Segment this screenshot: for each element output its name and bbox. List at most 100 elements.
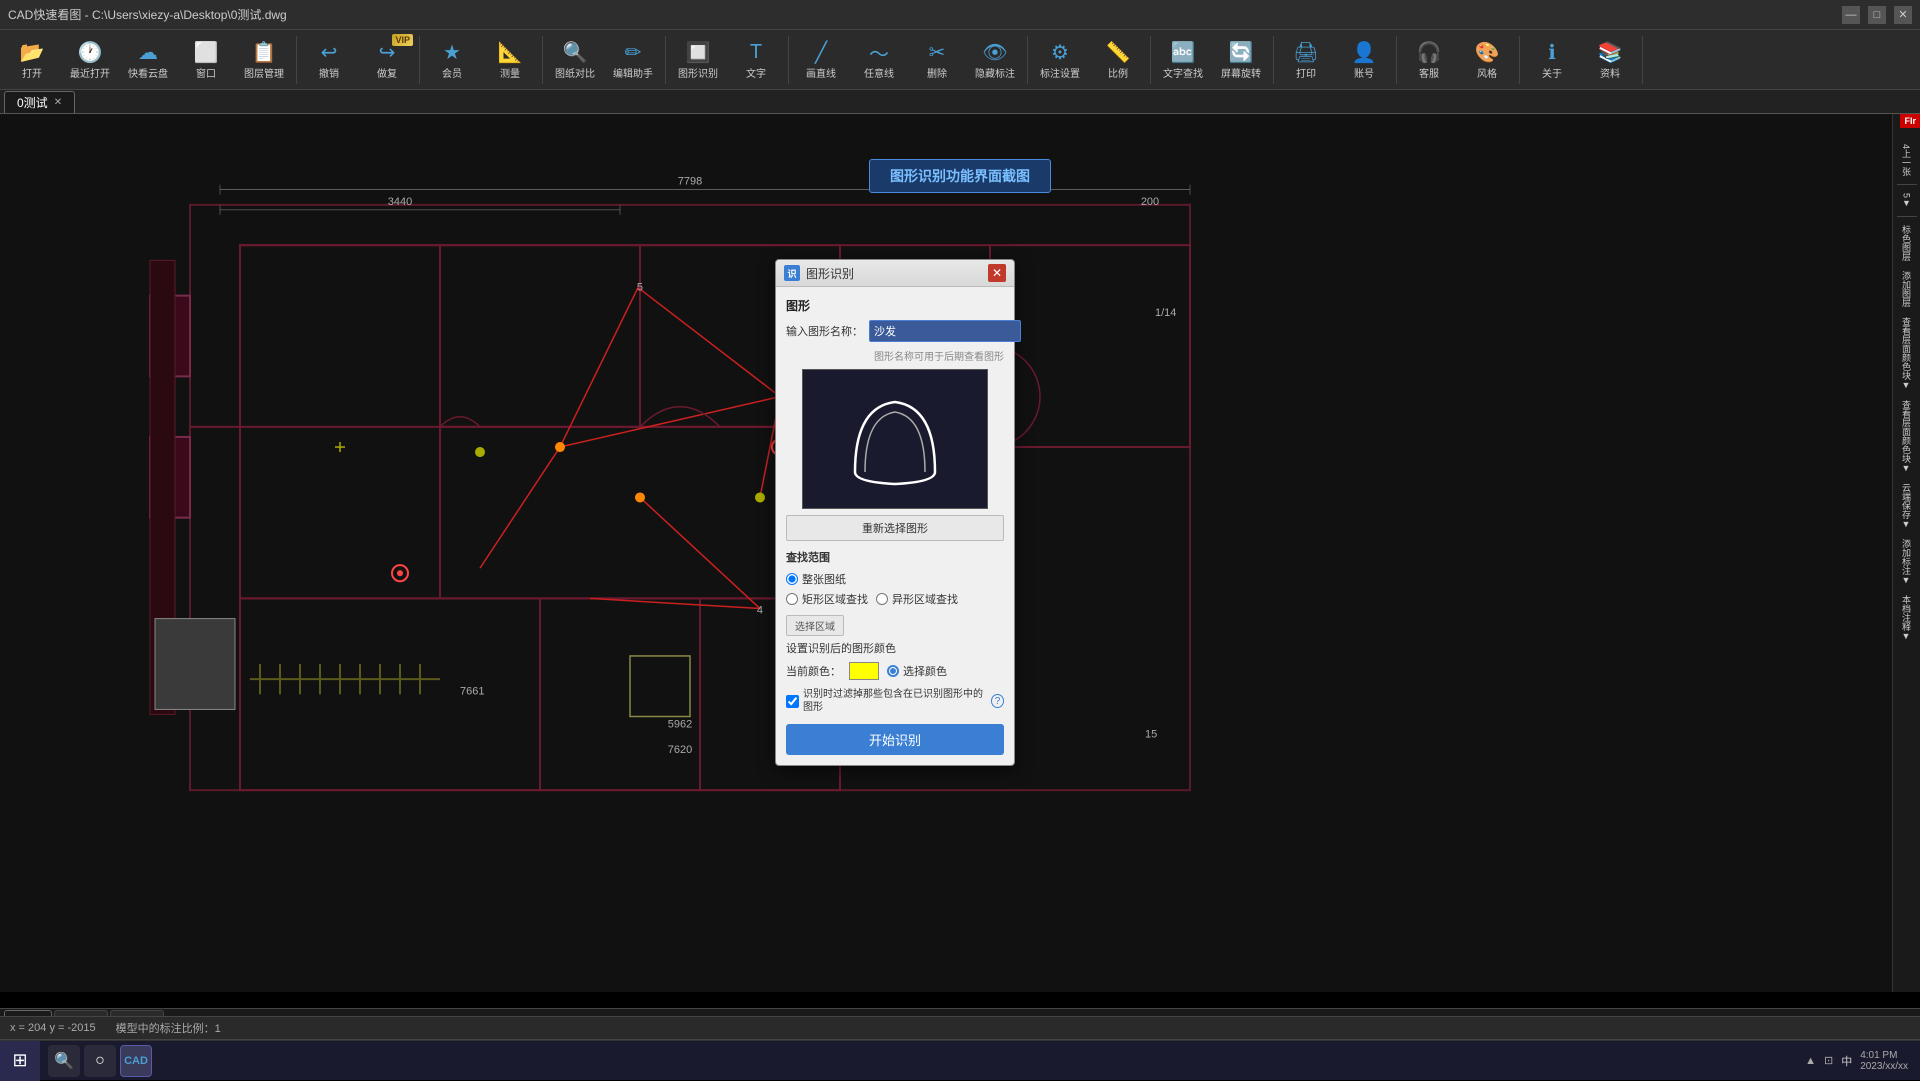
taskbar-cad-icon[interactable]: CAD xyxy=(120,1045,152,1077)
scale-display: 模型中的标注比例：1 xyxy=(116,1020,221,1036)
toolbar-item-freeline[interactable]: 〜 任意线 xyxy=(851,32,907,88)
toolbar-item-compare[interactable]: 🔍 图纸对比 xyxy=(547,32,603,88)
toolbar-separator xyxy=(296,36,297,84)
toolbar-item-text[interactable]: T 文字 xyxy=(728,32,784,88)
toolbar-item-rotate[interactable]: 🔄 屏幕旋转 xyxy=(1213,32,1269,88)
right-panel-item-2[interactable]: 5▼ xyxy=(1902,189,1912,212)
toolbar-item-editor[interactable]: ✏ 编辑助手 xyxy=(605,32,661,88)
toolbar-icon-window: ⬜ xyxy=(192,39,220,67)
help-icon[interactable]: ? xyxy=(991,694,1004,708)
rect-region-radio[interactable] xyxy=(786,593,798,605)
taskbar-start-button[interactable]: ⊞ xyxy=(0,1041,40,1081)
toolbar-item-service[interactable]: 🎧 客服 xyxy=(1401,32,1457,88)
right-panel-item-4[interactable]: 添加图层 xyxy=(1900,267,1913,311)
shape-name-input[interactable] xyxy=(869,320,1021,342)
filter-label: 识别时过滤掉那些包含在已识别图形中的图形 xyxy=(803,688,987,714)
toolbar-item-style[interactable]: 🎨 风格 xyxy=(1459,32,1515,88)
window-title: CAD快速看图 - C:\Users\xiezy-a\Desktop\0测试.d… xyxy=(8,6,287,23)
toolbar-label-member: 会员 xyxy=(442,69,462,81)
right-panel-item-1[interactable]: 4上一张 xyxy=(1900,140,1913,180)
shape-recognition-dialog: 识 图形识别 ✕ 图形 输入图形名称： 图形名称可用于后期查看图形 xyxy=(775,259,1015,766)
tab-close-test[interactable]: ✕ xyxy=(54,97,62,108)
toolbar-item-account[interactable]: 👤 账号 xyxy=(1336,32,1392,88)
right-panel-divider xyxy=(1897,184,1917,185)
toolbar-label-editor: 编辑助手 xyxy=(613,69,653,81)
dialog-close-button[interactable]: ✕ xyxy=(988,264,1006,282)
toolbar-icon-markup: ⚙ xyxy=(1046,39,1074,67)
select-region-button[interactable]: 选择区域 xyxy=(786,615,844,636)
toolbar-item-print[interactable]: 🖨 打印 xyxy=(1278,32,1334,88)
toolbar-label-rotate: 屏幕旋转 xyxy=(1221,69,1261,81)
toolbar-label-textmark: 文字查找 xyxy=(1163,69,1203,81)
toolbar-separator xyxy=(1273,36,1274,84)
toolbar-label-style: 风格 xyxy=(1477,69,1497,81)
toolbar-label-hide: 隐藏标注 xyxy=(975,69,1015,81)
toolbar-item-recognize[interactable]: 🔲 图形识别 xyxy=(670,32,726,88)
taskbar-lang[interactable]: 中 xyxy=(1841,1053,1852,1069)
toolbar-item-open[interactable]: 📂 打开 xyxy=(4,32,60,88)
toolbar-label-undo: 撤销 xyxy=(319,69,339,81)
right-panel-item-6[interactable]: 查看层面颜色块▼ xyxy=(1900,396,1913,477)
rect-region-label: 矩形区域查找 xyxy=(802,591,868,607)
right-panel-item-7[interactable]: 云端保存▼ xyxy=(1900,479,1913,533)
toolbar-icon-open: 📂 xyxy=(18,39,46,67)
toolbar-item-manage[interactable]: 📋 图层管理 xyxy=(236,32,292,88)
toolbar-item-markup[interactable]: ⚙ 标注设置 xyxy=(1032,32,1088,88)
whole-paper-radio[interactable] xyxy=(786,573,798,585)
dialog-title-bar[interactable]: 识 图形识别 ✕ xyxy=(776,260,1014,287)
color-section-label: 设置识别后的图形颜色 xyxy=(786,640,1004,656)
right-panel-item-5[interactable]: 查看层面颜色块▼ xyxy=(1900,313,1913,394)
color-radio-indicator xyxy=(887,665,899,677)
whole-paper-radio-row: 整张图纸 xyxy=(786,571,1004,587)
toolbar-icon-rotate: 🔄 xyxy=(1227,39,1255,67)
taskbar-network-icon[interactable]: ⊡ xyxy=(1824,1054,1833,1067)
toolbar-item-about[interactable]: ℹ 关于 xyxy=(1524,32,1580,88)
shape-preview xyxy=(802,369,988,509)
taskbar-icons: 🔍 ○ CAD xyxy=(40,1045,160,1077)
taskbar-cortana-icon[interactable]: ○ xyxy=(84,1045,116,1077)
toolbar-item-measure[interactable]: 📐 测量 xyxy=(482,32,538,88)
toolbar-label-compare: 图纸对比 xyxy=(555,69,595,81)
toolbar-separator xyxy=(419,36,420,84)
toolbar-item-resource[interactable]: 📚 资料 xyxy=(1582,32,1638,88)
right-panel-item-9[interactable]: 本档注释▼ xyxy=(1900,591,1913,645)
svg-text:7661: 7661 xyxy=(460,685,484,697)
toolbar-label-resource: 资料 xyxy=(1600,69,1620,81)
irregular-region-radio[interactable] xyxy=(876,593,888,605)
toolbar-item-recent[interactable]: 🕐 最近打开 xyxy=(62,32,118,88)
taskbar-time: 4:01 PM2023/xx/xx xyxy=(1860,1050,1908,1072)
right-panel-item-3[interactable]: 标色图层 xyxy=(1900,221,1913,265)
right-panel-item-8[interactable]: 添加标注▼ xyxy=(1900,535,1913,589)
filter-checkbox[interactable] xyxy=(786,695,799,708)
restore-button[interactable]: □ xyxy=(1868,6,1886,24)
toolbar-icon-recent: 🕐 xyxy=(76,39,104,67)
toolbar-item-member[interactable]: ★ 会员 xyxy=(424,32,480,88)
toolbar-label-open: 打开 xyxy=(22,69,42,81)
toolbar-item-line[interactable]: ╱ 画直线 xyxy=(793,32,849,88)
toolbar-label-measure: 测量 xyxy=(500,69,520,81)
toolbar-item-textmark[interactable]: 🔤 文字查找 xyxy=(1155,32,1211,88)
toolbar-icon-undo: ↩ xyxy=(315,39,343,67)
right-panel: FIr 4上一张 5▼ 标色图层 添加图层 查看层面颜色块▼ 查看层面颜色块▼ … xyxy=(1892,114,1920,992)
toolbar-item-scale[interactable]: 📏 比例 xyxy=(1090,32,1146,88)
svg-text:7798: 7798 xyxy=(678,176,702,188)
name-hint: 图形名称可用于后期查看图形 xyxy=(786,348,1004,363)
minimize-button[interactable]: — xyxy=(1842,6,1860,24)
toolbar-item-redo[interactable]: ↪ 做复 VIP xyxy=(359,32,415,88)
color-swatch[interactable] xyxy=(849,662,879,680)
select-color-btn-wrapper: 选择颜色 xyxy=(887,663,947,679)
select-color-button[interactable]: 选择颜色 xyxy=(903,663,947,679)
reselect-button[interactable]: 重新选择图形 xyxy=(786,515,1004,541)
toolbar-separator xyxy=(542,36,543,84)
toolbar-icon-line: ╱ xyxy=(807,39,835,67)
toolbar-item-window[interactable]: ⬜ 窗口 xyxy=(178,32,234,88)
close-button[interactable]: ✕ xyxy=(1894,6,1912,24)
start-recognition-button[interactable]: 开始识别 xyxy=(786,724,1004,755)
toolbar-item-undo[interactable]: ↩ 撤销 xyxy=(301,32,357,88)
toolbar-item-hide[interactable]: 👁 隐藏标注 xyxy=(967,32,1023,88)
toolbar-item-cloud[interactable]: ☁ 快看云盘 xyxy=(120,32,176,88)
tab-test[interactable]: 0测试 ✕ xyxy=(4,91,75,113)
toolbar-item-delete[interactable]: ✂ 删除 xyxy=(909,32,965,88)
toolbar-icon-resource: 📚 xyxy=(1596,39,1624,67)
taskbar-search-icon[interactable]: 🔍 xyxy=(48,1045,80,1077)
